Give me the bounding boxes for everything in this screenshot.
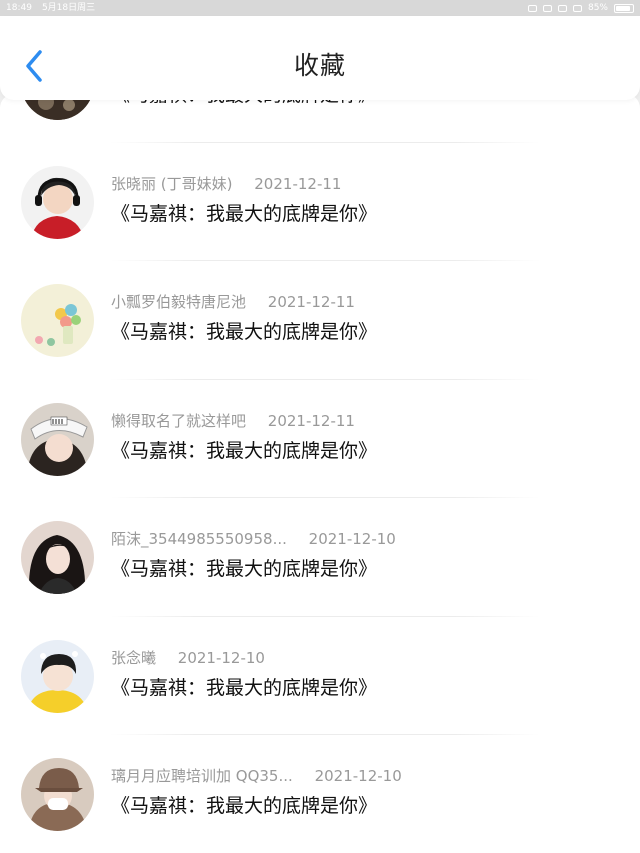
avatar-image [21, 639, 94, 713]
avatar-image [21, 521, 94, 594]
item-title: 《马嘉祺：我最大的底牌是你》 [111, 202, 378, 225]
item-date: 2021-12-11 [267, 411, 355, 430]
avatar[interactable] [21, 639, 94, 713]
item-user: 张晓丽 (丁哥妹妹) [111, 174, 233, 193]
item-date: 2021-12-10 [314, 767, 402, 785]
item-date: 2021-12-11 [267, 293, 355, 311]
item-title: 《马嘉祺：我最大的底牌是你》 [111, 321, 378, 343]
list-item[interactable]: 小瓢罗伯毅特唐尼池 2021-12-11 《马嘉祺：我最大的底牌是你》 [0, 261, 640, 380]
avatar-image [21, 402, 94, 476]
nav-header: 收藏 [0, 16, 640, 100]
item-title: 《马嘉祺：我最大的底牌是你》 [111, 558, 378, 580]
status-date: 5月18日周三 [41, 3, 96, 13]
status-bar: 18:49 5月18日周三 85% [0, 0, 640, 16]
favorites-list: 《马嘉祺：我最大的底牌是你》 张晓丽 (丁哥妹妹) 2021-12-11 《马嘉… [0, 94, 640, 853]
battery-icon [614, 3, 634, 13]
item-user: 懒得取名了就这样吧 [111, 411, 247, 430]
item-title: 《马嘉祺：我最大的底牌是你》 [111, 676, 378, 699]
avatar-image [21, 284, 94, 357]
item-meta: 张念曦 2021-12-10 [111, 647, 265, 668]
list-item[interactable]: 《马嘉祺：我最大的底牌是你》 [0, 94, 640, 143]
avatar-image [21, 758, 94, 831]
list-item[interactable]: 陌沫_3544985550958... 2021-12-10 《马嘉祺：我最大的… [0, 498, 640, 617]
battery-percent: 85% [587, 3, 608, 13]
item-user: 璃月月应聘培训加 QQ35... [111, 767, 293, 785]
item-date: 2021-12-10 [308, 530, 396, 548]
status-time: 18:49 [6, 3, 32, 13]
item-meta: 懒得取名了就这样吧 2021-12-11 [111, 410, 355, 431]
item-user: 张念曦 [111, 648, 157, 667]
page-title: 收藏 [293, 51, 346, 80]
item-date: 2021-12-10 [177, 648, 265, 667]
favorites-card: 《马嘉祺：我最大的底牌是你》 张晓丽 (丁哥妹妹) 2021-12-11 《马嘉… [0, 94, 640, 853]
avatar[interactable] [21, 284, 94, 357]
avatar[interactable] [21, 758, 94, 831]
item-date: 2021-12-11 [254, 174, 342, 193]
wifi-icon [527, 4, 537, 12]
avatar[interactable] [21, 521, 94, 594]
list-item[interactable]: 璃月月应聘培训加 QQ35... 2021-12-10 《马嘉祺：我最大的底牌是… [0, 735, 640, 853]
item-meta: 陌沫_3544985550958... 2021-12-10 [111, 528, 396, 549]
list-item[interactable]: 张晓丽 (丁哥妹妹) 2021-12-11 《马嘉祺：我最大的底牌是你》 [0, 143, 640, 261]
avatar-image [21, 165, 94, 239]
item-user: 小瓢罗伯毅特唐尼池 [111, 293, 247, 311]
item-title: 《马嘉祺：我最大的底牌是你》 [111, 795, 378, 817]
avatar[interactable] [21, 165, 94, 239]
item-meta: 璃月月应聘培训加 QQ35... 2021-12-10 [111, 765, 402, 786]
item-meta: 小瓢罗伯毅特唐尼池 2021-12-11 [111, 291, 355, 312]
list-item[interactable]: 张念曦 2021-12-10 《马嘉祺：我最大的底牌是你》 [0, 617, 640, 735]
alarm-icon [557, 4, 567, 12]
item-title: 《马嘉祺：我最大的底牌是你》 [111, 439, 378, 462]
location-icon [572, 4, 582, 12]
item-meta: 张晓丽 (丁哥妹妹) 2021-12-11 [111, 173, 341, 194]
list-item[interactable]: 懒得取名了就这样吧 2021-12-11 《马嘉祺：我最大的底牌是你》 [0, 380, 640, 498]
lock-icon [542, 4, 552, 12]
avatar[interactable] [21, 402, 94, 476]
item-user: 陌沫_3544985550958... [111, 530, 287, 548]
